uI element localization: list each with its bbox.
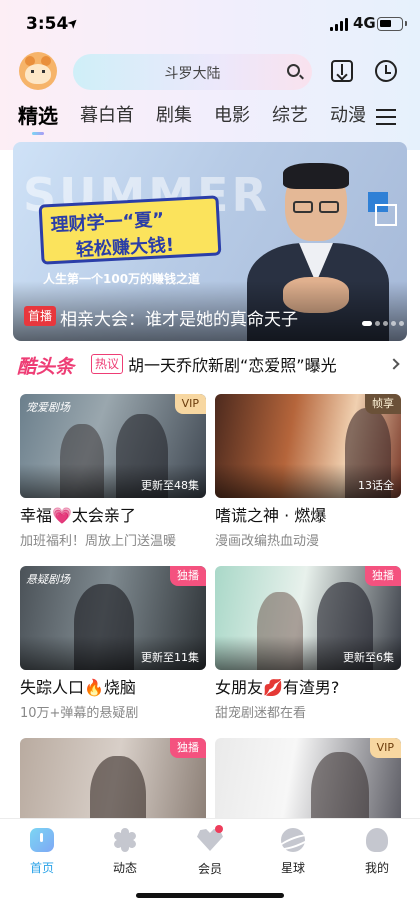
video-title: 嗜谎之神 · 燃爆 xyxy=(215,506,327,525)
search-bar[interactable]: 斗罗大陆 xyxy=(73,54,312,90)
exclusive-frame-badge: 帧享 xyxy=(365,394,401,414)
nav-moments[interactable]: 动态 xyxy=(90,827,160,876)
episode-count: 更新至48集 xyxy=(141,479,199,492)
video-card[interactable]: 独播 更新至6集 女朋友💋有渣男? 甜宠剧迷都在看 xyxy=(215,566,401,721)
video-subtitle: 加班福利！周放上门送温暖 xyxy=(20,534,177,549)
video-card[interactable]: 帧享 13话全 嗜谎之神 · 燃爆 漫画改编热血动漫 xyxy=(215,394,401,549)
nav-label: 会员 xyxy=(197,862,222,876)
vip-badge: VIP xyxy=(174,394,206,414)
exclusive-badge: 独播 xyxy=(170,738,206,758)
vip-badge: VIP xyxy=(369,738,401,758)
video-title: 女朋友💋有渣男? xyxy=(215,678,340,697)
home-indicator xyxy=(136,893,284,898)
tab-variety[interactable]: 综艺 xyxy=(272,103,308,133)
download-icon[interactable] xyxy=(331,60,353,82)
nav-profile[interactable]: 我的 xyxy=(342,827,412,876)
video-card[interactable]: 悬疑剧场 独播 更新至11集 失踪人口🔥烧脑 10万+弹幕的悬疑剧 xyxy=(20,566,206,721)
nav-label: 我的 xyxy=(364,861,389,875)
video-thumbnail[interactable]: 悬疑剧场 独播 更新至11集 xyxy=(20,566,206,670)
profile-icon xyxy=(366,828,388,852)
planet-icon xyxy=(281,828,305,852)
tab-series[interactable]: 剧集 xyxy=(156,103,192,133)
user-avatar[interactable] xyxy=(19,52,57,90)
episode-count: 更新至6集 xyxy=(343,651,394,664)
banner-title: 相亲大会：谁才是她的真命天子 xyxy=(60,310,298,330)
tab-anime[interactable]: 动漫 xyxy=(330,103,366,133)
channel-logo: 宠爱剧场 xyxy=(26,401,70,414)
tab-movies[interactable]: 电影 xyxy=(214,103,250,133)
video-thumbnail[interactable]: 独播 更新至6集 xyxy=(215,566,401,670)
nav-vip[interactable]: 会员 xyxy=(175,825,245,877)
history-clock-icon[interactable] xyxy=(375,60,397,82)
pinwheel-icon xyxy=(112,828,138,852)
exclusive-badge: 独播 xyxy=(365,566,401,586)
category-tabs: 精选 暮白首 剧集 电影 综艺 动漫 xyxy=(18,103,388,135)
home-icon xyxy=(30,828,54,852)
headline-text[interactable]: 胡一天乔欣新剧“恋爱照”曝光 xyxy=(128,352,337,376)
hot-news-logo: 酷头条 xyxy=(17,356,75,378)
hot-topic-tag: 热议 xyxy=(91,354,124,374)
menu-icon[interactable] xyxy=(376,109,396,125)
carousel-indicator[interactable] xyxy=(362,321,404,326)
tab-featured[interactable]: 精选 xyxy=(18,103,58,135)
video-subtitle: 10万+弹幕的悬疑剧 xyxy=(20,706,139,721)
promo-box: 理财学一“夏” 轻松赚大钱! xyxy=(38,195,222,265)
video-thumbnail[interactable]: 宠爱剧场 VIP 更新至48集 xyxy=(20,394,206,498)
search-icon xyxy=(287,64,300,77)
nav-label: 星球 xyxy=(280,861,305,875)
video-subtitle: 甜宠剧迷都在看 xyxy=(215,706,307,721)
video-thumbnail[interactable]: 帧享 13话全 xyxy=(215,394,401,498)
video-subtitle: 漫画改编热血动漫 xyxy=(215,534,320,549)
nav-planet[interactable]: 星球 xyxy=(258,827,328,876)
promo-line-2: 轻松赚大钱! xyxy=(75,234,175,261)
network-type: 4G xyxy=(353,14,376,32)
battery-icon xyxy=(377,17,407,31)
video-title: 幸福💗太会亲了 xyxy=(20,506,136,525)
premiere-badge: 首播 xyxy=(24,306,57,326)
nav-label: 动态 xyxy=(112,861,137,875)
hero-banner[interactable]: SUMMER 理财学一“夏” 轻松赚大钱! 人生第一个100万的赚钱之道 首播 … xyxy=(13,142,407,341)
episode-count: 13话全 xyxy=(358,479,394,492)
search-placeholder: 斗罗大陆 xyxy=(164,66,221,82)
notification-dot xyxy=(215,825,223,833)
episode-count: 更新至11集 xyxy=(141,651,199,664)
signal-strength-icon xyxy=(330,18,350,31)
video-title: 失踪人口🔥烧脑 xyxy=(20,678,136,697)
exclusive-badge: 独播 xyxy=(170,566,206,586)
tab-mubaishou[interactable]: 暮白首 xyxy=(80,103,134,133)
channel-logo: 悬疑剧场 xyxy=(26,573,70,586)
chevron-right-icon[interactable] xyxy=(388,358,400,370)
status-bar: 3:54 ➤ 4G xyxy=(0,0,420,50)
video-card[interactable]: 宠爱剧场 VIP 更新至48集 幸福💗太会亲了 加班福利！周放上门送温暖 xyxy=(20,394,206,549)
status-time: 3:54 xyxy=(26,14,69,34)
nav-label: 首页 xyxy=(29,861,54,875)
nav-home[interactable]: 首页 xyxy=(7,827,77,876)
